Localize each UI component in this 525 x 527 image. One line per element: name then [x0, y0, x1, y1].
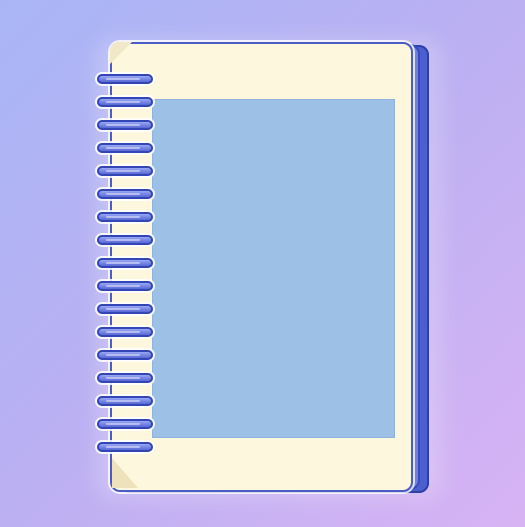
- spiral-ring: [97, 97, 153, 107]
- spiral-ring: [97, 304, 153, 314]
- spiral-ring: [97, 396, 153, 406]
- notebook-page-corner-top: [110, 42, 132, 64]
- spiral-ring: [97, 419, 153, 429]
- spiral-ring: [97, 235, 153, 245]
- spiral-ring: [97, 327, 153, 337]
- spiral-ring: [97, 74, 153, 84]
- spiral-ring: [97, 350, 153, 360]
- spiral-ring: [97, 212, 153, 222]
- spiral-ring: [97, 166, 153, 176]
- spiral-ring: [97, 189, 153, 199]
- notebook-illustration: [0, 0, 525, 527]
- spiral-ring: [97, 281, 153, 291]
- spiral-ring: [97, 258, 153, 268]
- spiral-ring: [97, 120, 153, 130]
- spiral-ring: [97, 442, 153, 452]
- notebook-page-corner-bottom: [112, 458, 138, 488]
- spiral-ring: [97, 143, 153, 153]
- blank-picture-area: [152, 99, 395, 438]
- spiral-ring: [97, 373, 153, 383]
